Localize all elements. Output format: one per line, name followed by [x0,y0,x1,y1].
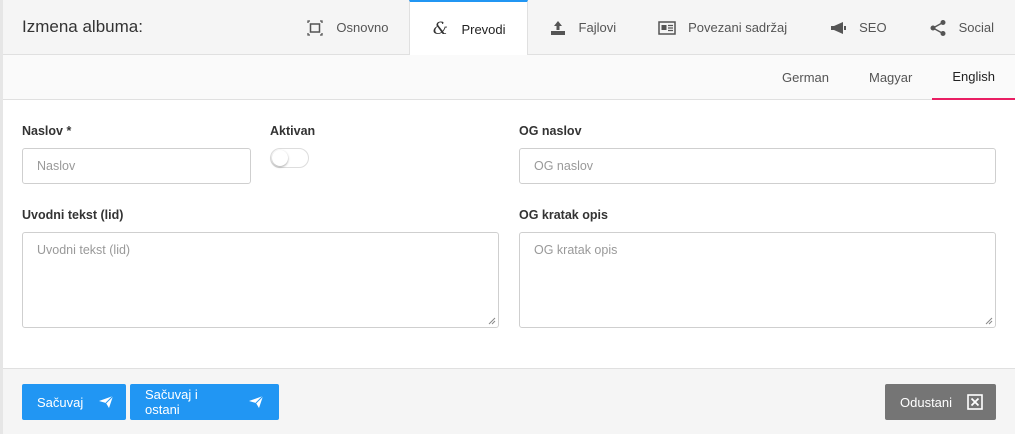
save-button[interactable]: Sačuvaj [22,384,126,420]
lang-tab-english[interactable]: English [932,55,1015,100]
tab-label: Povezani sadržaj [688,20,788,35]
tab-prevodi[interactable]: & Prevodi [409,0,528,56]
send-icon [98,395,114,409]
megaphone-icon [829,19,847,37]
form-footer: Sačuvaj Sačuvaj i ostani Odustani [3,368,1015,434]
lang-tab-magyar[interactable]: Magyar [849,55,932,100]
tab-fajlovi[interactable]: Fajlovi [528,0,638,55]
expand-icon [306,19,324,37]
header-bar: Izmena albuma: Osnovno & Prevodi Fajlovi… [3,0,1015,56]
tab-seo[interactable]: SEO [808,0,907,55]
og-desc-textarea[interactable]: OG kratak opis [519,232,996,328]
page-title: Izmena albuma: [22,17,143,36]
active-label: Aktivan [270,124,316,138]
title-label: Naslov * [22,124,72,138]
share-icon [929,19,947,37]
tab-social[interactable]: Social [908,0,1015,55]
resize-handle-icon[interactable] [488,317,496,325]
save-and-stay-button[interactable]: Sačuvaj i ostani [130,384,279,420]
lead-textarea[interactable]: Uvodni tekst (lid) [22,232,499,328]
og-desc-placeholder: OG kratak opis [534,243,618,257]
save-button-label: Sačuvaj [37,394,84,410]
language-bar: German Magyar English [3,55,1015,100]
lang-tab-german[interactable]: German [762,55,849,100]
tab-povezani-sadrzaj[interactable]: Povezani sadržaj [637,0,808,55]
cancel-button-label: Odustani [900,394,953,410]
tab-label: Osnovno [336,20,389,35]
og-desc-label: OG kratak opis [519,208,608,222]
upload-icon [549,19,567,37]
toggle-knob [272,150,288,166]
title-placeholder: Naslov [37,159,76,173]
ampersand-icon: & [432,19,449,39]
language-tabs: German Magyar English [762,55,1015,100]
og-title-placeholder: OG naslov [534,159,594,173]
title-input[interactable]: Naslov [22,148,251,184]
tab-label: SEO [859,20,887,35]
save-and-stay-label: Sačuvaj i ostani [145,387,198,417]
newspaper-icon [658,19,676,37]
active-toggle[interactable] [270,148,309,168]
tab-label: Fajlovi [578,20,617,35]
lead-label: Uvodni tekst (lid) [22,208,124,222]
close-box-icon [967,394,983,410]
og-title-input[interactable]: OG naslov [519,148,996,184]
tab-osnovno[interactable]: Osnovno [285,0,409,55]
tab-label: Social [958,20,994,35]
lead-placeholder: Uvodni tekst (lid) [37,243,131,257]
section-tabs: Osnovno & Prevodi Fajlovi Povezani sadrž… [285,0,1015,56]
send-icon [248,395,264,409]
resize-handle-icon[interactable] [985,317,993,325]
tab-label: Prevodi [461,21,506,37]
cancel-button[interactable]: Odustani [885,384,996,420]
og-title-label: OG naslov [519,124,582,138]
